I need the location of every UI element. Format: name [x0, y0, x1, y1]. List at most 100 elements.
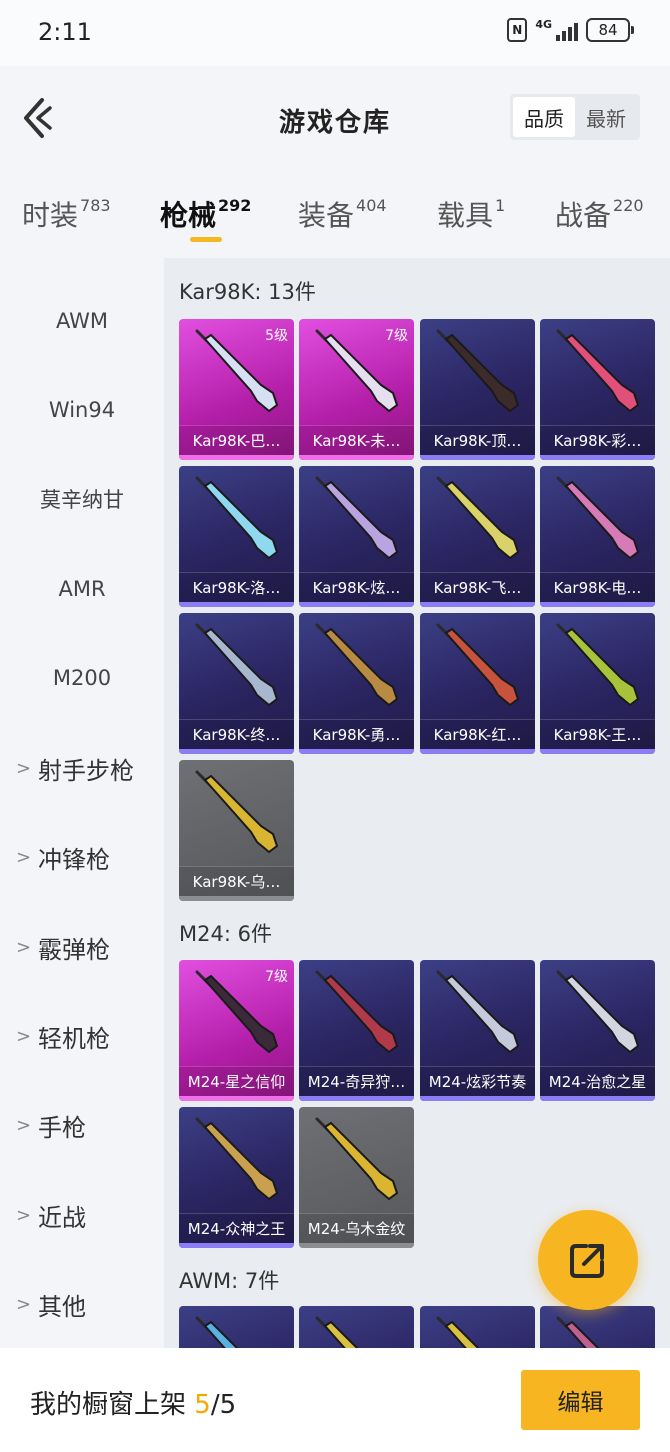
weapon-card[interactable]: Kar98K-洛…: [179, 466, 294, 607]
back-button[interactable]: [18, 96, 58, 140]
chevron-right-icon: >: [16, 1293, 32, 1315]
sidebar-group-lmg[interactable]: > 轻机枪: [0, 1016, 164, 1056]
chevron-right-icon: >: [16, 757, 32, 779]
battery-icon: 84: [586, 18, 634, 42]
sidebar-item-win94[interactable]: Win94: [0, 390, 164, 430]
weapon-card[interactable]: Kar98K-勇…: [299, 613, 414, 754]
rarity-strip: [179, 896, 294, 901]
sidebar-item-m200[interactable]: M200: [0, 658, 164, 698]
sort-toggle: 品质 最新: [510, 94, 640, 140]
weapon-name: Kar98K-终…: [192, 726, 281, 744]
rarity-strip: [420, 602, 535, 607]
weapon-name: Kar98K-炫…: [312, 579, 401, 597]
tab-label: 载具: [437, 199, 494, 232]
sidebar-group-label: 霰弹枪: [38, 935, 110, 964]
weapon-card[interactable]: Kar98K-乌…: [179, 760, 294, 901]
rifle-icon: [195, 476, 279, 560]
sidebar-group-label: 近战: [38, 1203, 86, 1232]
weapon-name: M24-炫彩节奏: [428, 1073, 527, 1091]
active-tab-indicator: [190, 237, 222, 242]
weapon-name: Kar98K-顶…: [433, 432, 522, 450]
weapon-grid: Kar98K: 13件 5级 Kar98K-巴… 7级 Kar98K-未… Kar98K-…: [164, 258, 670, 1348]
sidebar-group-smg[interactable]: > 冲锋枪: [0, 837, 164, 877]
weapon-card[interactable]: M24-治愈之星: [540, 960, 655, 1101]
sidebar-item-amr[interactable]: AMR: [0, 569, 164, 609]
weapon-name: Kar98K-电…: [553, 579, 642, 597]
weapon-card[interactable]: M24-奇异狩…: [299, 960, 414, 1101]
weapon-card[interactable]: Kar98K-飞…: [420, 466, 535, 607]
rarity-strip: [420, 1096, 535, 1101]
weapon-card[interactable]: 7级 Kar98K-未…: [299, 319, 414, 460]
weapon-card[interactable]: [179, 1306, 294, 1348]
weapon-card[interactable]: [299, 1306, 414, 1348]
rifle-icon: [315, 1316, 359, 1348]
rifle-icon: [556, 329, 640, 413]
sidebar-item-label: AWM: [55, 309, 109, 333]
rarity-strip: [540, 749, 655, 754]
weapon-card[interactable]: M24-乌木金纹: [299, 1107, 414, 1248]
chevron-right-icon: >: [16, 1204, 32, 1226]
header: 游戏仓库 品质 最新: [0, 66, 670, 170]
sidebar-group-melee[interactable]: > 近战: [0, 1195, 164, 1235]
share-fab-button[interactable]: [538, 1210, 638, 1310]
tab-fashion[interactable]: 时装 783: [22, 194, 111, 234]
weapon-card[interactable]: 7级 M24-星之信仰: [179, 960, 294, 1101]
weapon-card[interactable]: Kar98K-终…: [179, 613, 294, 754]
tab-firearms[interactable]: 枪械 292: [160, 194, 251, 234]
rarity-strip: [179, 1243, 294, 1248]
tab-vehicles[interactable]: 载具 1: [437, 194, 505, 234]
status-icons: N 4G 84: [507, 18, 634, 42]
edit-button[interactable]: 编辑: [521, 1370, 640, 1430]
rarity-strip: [540, 602, 655, 607]
status-bar: 2:11 N 4G 84: [0, 0, 670, 66]
tab-supplies[interactable]: 战备 220: [555, 194, 644, 234]
rifle-icon: [436, 623, 520, 707]
weapon-card[interactable]: Kar98K-顶…: [420, 319, 535, 460]
rarity-strip: [179, 749, 294, 754]
sidebar-group-label: 射手步枪: [38, 756, 134, 785]
tab-label: 战备: [555, 199, 612, 232]
rarity-strip: [179, 602, 294, 607]
weapon-card[interactable]: [420, 1306, 535, 1348]
rifle-icon: [195, 623, 279, 707]
weapon-card[interactable]: M24-炫彩节奏: [420, 960, 535, 1101]
weapon-card[interactable]: Kar98K-炫…: [299, 466, 414, 607]
tab-label: 装备: [298, 199, 355, 232]
tab-equipment[interactable]: 装备 404: [298, 194, 387, 234]
weapon-card[interactable]: Kar98K-王…: [540, 613, 655, 754]
sidebar-item-label: M200: [52, 666, 112, 690]
weapon-card[interactable]: M24-众神之王: [179, 1107, 294, 1248]
weapon-card[interactable]: Kar98K-红…: [420, 613, 535, 754]
back-arrow-icon: [24, 98, 52, 138]
weapon-name: Kar98K-红…: [433, 726, 522, 744]
tab-count: 292: [218, 196, 252, 215]
sidebar-item-mosin[interactable]: 莫辛纳甘: [0, 479, 164, 519]
rifle-icon: [556, 970, 640, 1054]
weapon-card[interactable]: Kar98K-彩…: [540, 319, 655, 460]
sidebar-group-shotgun[interactable]: > 霰弹枪: [0, 927, 164, 967]
tab-label: 枪械: [160, 199, 217, 232]
rarity-strip: [179, 1096, 294, 1101]
sidebar-group-dmr[interactable]: > 射手步枪: [0, 748, 164, 788]
sidebar-group-label: 手枪: [38, 1113, 86, 1142]
chevron-right-icon: >: [16, 1025, 32, 1047]
weapon-card[interactable]: Kar98K-电…: [540, 466, 655, 607]
sort-newest-button[interactable]: 最新: [575, 97, 637, 137]
showcase-total: /5: [210, 1390, 237, 1420]
rifle-icon: [556, 1316, 600, 1348]
weapon-card[interactable]: 5级 Kar98K-巴…: [179, 319, 294, 460]
category-tabs: 时装 783 枪械 292 装备 404 载具 1 战备 220: [0, 170, 670, 258]
sort-quality-button[interactable]: 品质: [513, 97, 575, 137]
rifle-icon: [436, 1316, 480, 1348]
rifle-icon: [556, 476, 640, 560]
rifle-icon: [556, 623, 640, 707]
rifle-icon: [195, 770, 279, 854]
sidebar-group-other[interactable]: > 其他: [0, 1284, 164, 1324]
rarity-strip: [299, 1243, 414, 1248]
weapon-card[interactable]: [540, 1306, 655, 1348]
sidebar-item-awm[interactable]: AWM: [0, 301, 164, 341]
level-badge: 7级: [265, 969, 288, 985]
rifle-icon: [315, 623, 399, 707]
sidebar-group-pistol[interactable]: > 手枪: [0, 1105, 164, 1145]
sidebar-item-label: AMR: [58, 577, 106, 601]
